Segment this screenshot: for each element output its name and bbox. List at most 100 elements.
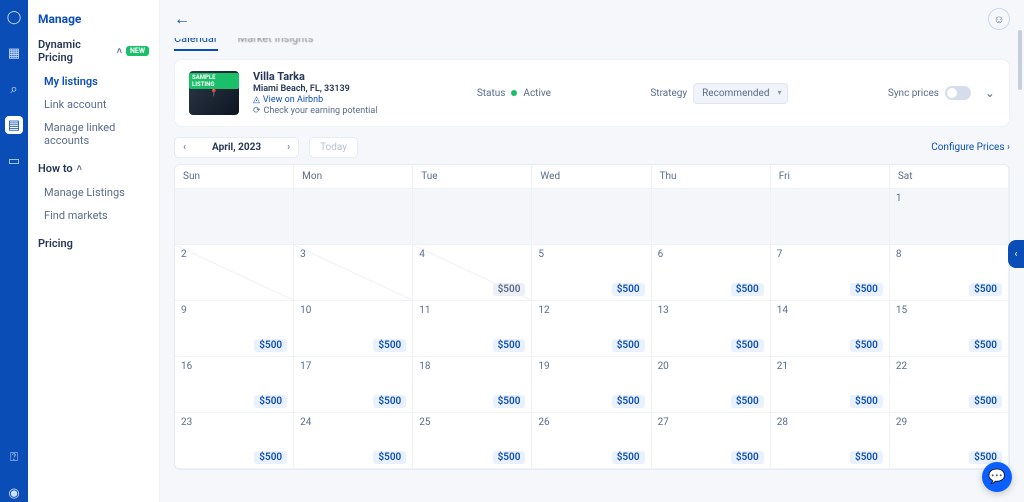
strategy-select[interactable]: Recommended: [693, 83, 788, 104]
calendar-day[interactable]: 15 $500: [890, 301, 1009, 357]
calendar-day[interactable]: 20$500: [652, 357, 771, 413]
tab-market-insights[interactable]: Market Insights: [238, 38, 314, 51]
sync-label: Sync prices: [888, 88, 939, 99]
section-dynamic-pricing[interactable]: Dynamic Pricing ˄ NEW: [38, 38, 149, 64]
day-number: 21: [777, 361, 788, 372]
sidebar-item-manage-listings[interactable]: Manage Listings: [38, 181, 149, 204]
calendar-day[interactable]: 3: [294, 245, 413, 301]
calendar-day[interactable]: 16 $500: [175, 357, 294, 413]
new-badge: NEW: [126, 46, 149, 56]
calendar-day: [294, 189, 413, 245]
day-price: $500: [850, 395, 883, 408]
sidebar-title: Manage: [38, 12, 149, 26]
help-icon[interactable]: ⍰: [5, 448, 23, 466]
calendar-day[interactable]: 25 $500: [413, 413, 532, 469]
sync-block: Sync prices: [888, 86, 971, 100]
calendar-day[interactable]: 22$500: [890, 357, 1009, 413]
calendar-day[interactable]: 17$500: [294, 357, 413, 413]
sample-tag: SAMPLE LISTING: [189, 73, 239, 89]
calendar-day[interactable]: 8$500: [890, 245, 1009, 301]
day-number: 29: [896, 417, 907, 428]
calendar-day[interactable]: 9 $500: [175, 301, 294, 357]
day-price: $500: [850, 339, 883, 352]
chat-bubble-icon[interactable]: 💬: [982, 462, 1012, 492]
calendar-day: [771, 189, 890, 245]
calendar-day[interactable]: 21 $500: [771, 357, 890, 413]
calendar-day: [413, 189, 532, 245]
day-number: 25: [419, 417, 430, 428]
day-number: 14: [777, 305, 788, 316]
scrollbar[interactable]: [1018, 30, 1022, 90]
calendar-day[interactable]: 26$500: [532, 413, 651, 469]
calendar-day[interactable]: 5$500: [532, 245, 651, 301]
calendar-day[interactable]: 2: [175, 245, 294, 301]
calendar-day[interactable]: 27$500: [652, 413, 771, 469]
day-number: 15: [896, 305, 907, 316]
status-label: Status: [477, 88, 506, 99]
prev-month-button[interactable]: ‹: [175, 138, 194, 157]
view-on-airbnb-link[interactable]: ◬ View on Airbnb: [253, 95, 377, 105]
dow-header: Mon: [294, 165, 413, 189]
section-how-to[interactable]: How to ˄: [38, 162, 149, 175]
calendar-day[interactable]: 29$500: [890, 413, 1009, 469]
sidebar-item-link-account[interactable]: Link account: [38, 93, 149, 116]
day-price: $500: [493, 451, 526, 464]
logo-icon[interactable]: ◯: [5, 8, 23, 26]
sidebar-item-my-listings[interactable]: My listings: [38, 70, 149, 93]
tab-calendar[interactable]: Calendar: [174, 38, 218, 51]
book-icon[interactable]: ▭: [5, 152, 23, 170]
chart-icon[interactable]: ▤: [5, 116, 23, 134]
earning-potential-link[interactable]: ⟳ Check your earning potential: [253, 106, 377, 116]
calendar-day[interactable]: 18$500: [413, 357, 532, 413]
day-number: 17: [300, 361, 311, 372]
calendar-day[interactable]: 19$500: [532, 357, 651, 413]
calendar-day[interactable]: 23$500: [175, 413, 294, 469]
calendar-day[interactable]: 24$500: [294, 413, 413, 469]
calendar-day[interactable]: 14 $500: [771, 301, 890, 357]
calendar-day[interactable]: 11$500: [413, 301, 532, 357]
day-number: 4: [419, 249, 425, 260]
calendar-day[interactable]: 4$500: [413, 245, 532, 301]
day-price: $500: [969, 339, 1002, 352]
calendar-day[interactable]: 28$500: [771, 413, 890, 469]
day-price: $500: [254, 395, 287, 408]
calendar-day[interactable]: 1: [890, 189, 1009, 245]
day-price: $500: [254, 339, 287, 352]
expand-chevron-icon[interactable]: ⌄: [985, 86, 995, 100]
sync-toggle[interactable]: [945, 86, 971, 100]
dow-header: Fri: [771, 165, 890, 189]
calendar-grid: SunMonTueWedThuFriSat 1234$5005$5006$500…: [174, 164, 1010, 470]
calendar-day[interactable]: 6$500: [652, 245, 771, 301]
sidebar-item-manage-linked[interactable]: Manage linked accounts: [38, 116, 149, 152]
day-price: $500: [612, 451, 645, 464]
dow-header: Sat: [890, 165, 1009, 189]
side-panel-tab[interactable]: ‹: [1008, 240, 1024, 268]
calendar-header: ‹ April, 2023 › Today Configure Prices ›: [174, 137, 1010, 158]
search-icon[interactable]: ⌕: [5, 80, 23, 98]
day-price: $500: [969, 283, 1002, 296]
dow-row: SunMonTueWedThuFriSat: [175, 165, 1009, 189]
listing-name: Villa Tarka: [253, 70, 377, 83]
sidebar-item-find-markets[interactable]: Find markets: [38, 204, 149, 227]
user-menu[interactable]: ☺: [988, 8, 1010, 30]
back-arrow-icon[interactable]: ←: [174, 9, 190, 29]
today-button[interactable]: Today: [309, 137, 358, 158]
section-pricing[interactable]: Pricing: [38, 237, 149, 250]
configure-prices-link[interactable]: Configure Prices ›: [931, 142, 1010, 153]
dow-header: Tue: [413, 165, 532, 189]
next-month-button[interactable]: ›: [279, 138, 298, 157]
calendar-day[interactable]: 13$500: [652, 301, 771, 357]
status-block: Status Active: [477, 88, 551, 99]
profile-icon[interactable]: ◉: [5, 484, 23, 502]
grid-icon[interactable]: ▦: [5, 44, 23, 62]
icon-rail: ◯ ▦ ⌕ ▤ ▭ ⍰ ◉: [0, 0, 28, 502]
day-number: 16: [181, 361, 192, 372]
day-number: 27: [658, 417, 669, 428]
listing-location: Miami Beach, FL, 33139: [253, 84, 377, 94]
calendar-day[interactable]: 12$500: [532, 301, 651, 357]
calendar-day: [652, 189, 771, 245]
calendar-day[interactable]: 7$500: [771, 245, 890, 301]
day-number: 22: [896, 361, 907, 372]
calendar-day[interactable]: 10$500: [294, 301, 413, 357]
day-number: 9: [181, 305, 187, 316]
